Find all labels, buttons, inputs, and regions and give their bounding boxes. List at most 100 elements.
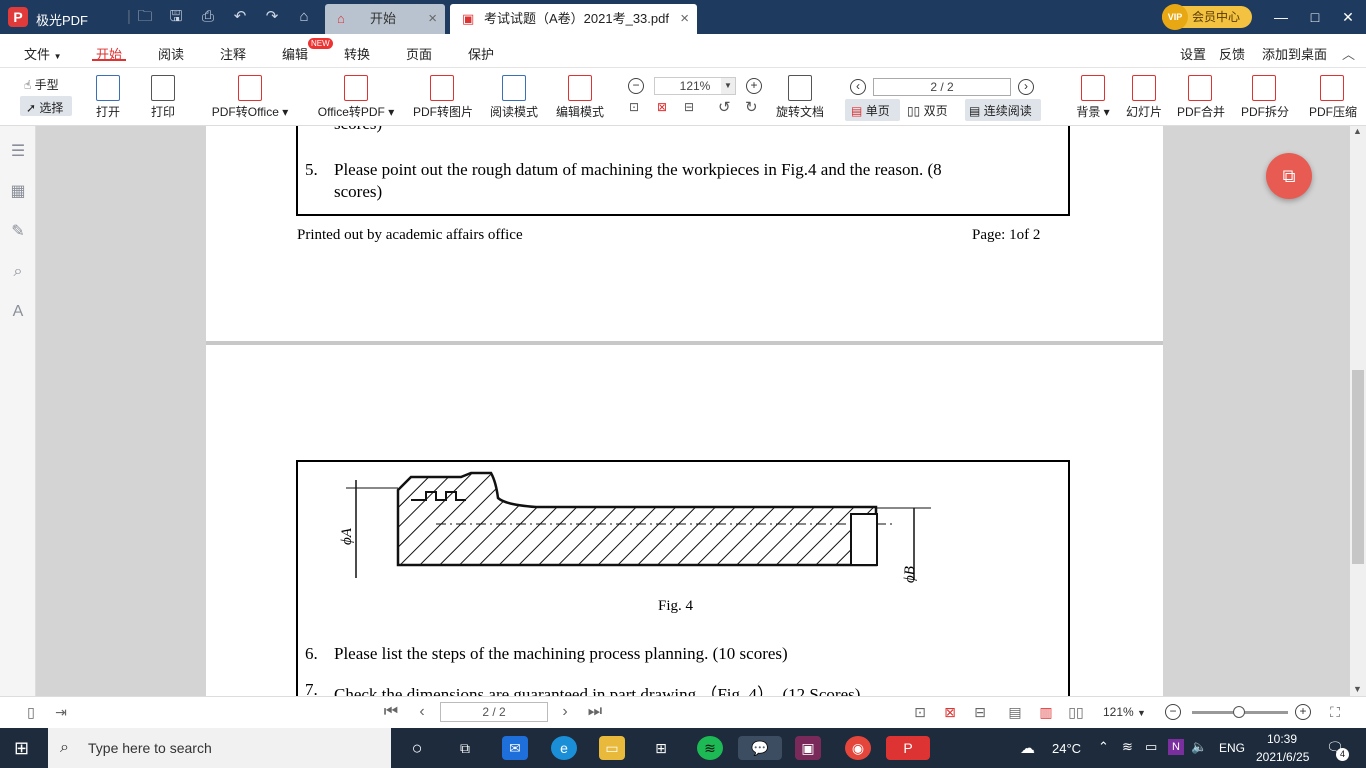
volume-icon[interactable]: 🔈 bbox=[1191, 739, 1207, 755]
wifi-icon[interactable]: ≋ bbox=[1122, 739, 1133, 755]
redo-icon[interactable]: ↷ bbox=[263, 8, 281, 26]
app-icon[interactable]: ▣ bbox=[795, 736, 821, 760]
menu-protect[interactable]: 保护 bbox=[468, 44, 494, 63]
page-thumb-icon[interactable]: ▯ bbox=[22, 703, 40, 721]
weather-temp[interactable]: 24°C bbox=[1052, 741, 1081, 756]
print-icon[interactable]: ⎙ bbox=[199, 8, 217, 26]
pdf-to-office-button[interactable]: PDF转Office ▾ bbox=[210, 75, 290, 120]
task-view-icon[interactable]: ⧉ bbox=[452, 736, 478, 760]
vip-center-button[interactable]: VIP 会员中心 bbox=[1162, 4, 1252, 30]
double-page-button[interactable]: ▯▯ 双页 bbox=[907, 102, 948, 119]
close-tab-icon[interactable]: × bbox=[428, 4, 437, 34]
floating-convert-button[interactable]: ⧉ bbox=[1266, 153, 1312, 199]
onenote-icon[interactable]: N bbox=[1168, 739, 1184, 755]
mail-icon[interactable]: ✉ bbox=[502, 736, 528, 760]
fit-width-icon[interactable]: ⊟ bbox=[971, 703, 989, 721]
pdf-compress-button[interactable]: PDF压缩 bbox=[1309, 75, 1357, 120]
continuous-read-button[interactable]: ▤ 连续阅读 bbox=[969, 102, 1032, 119]
zoom-in-icon[interactable]: + bbox=[1295, 704, 1311, 720]
next-page-icon[interactable]: › bbox=[1018, 79, 1034, 95]
pdf-to-image-button[interactable]: PDF转图片 bbox=[413, 75, 473, 120]
print-button[interactable]: 打印 bbox=[149, 75, 177, 120]
zoom-out-icon[interactable]: − bbox=[1165, 704, 1181, 720]
menu-convert[interactable]: 转换 bbox=[344, 44, 370, 63]
close-tab-icon[interactable]: × bbox=[680, 4, 689, 34]
zoom-slider-thumb[interactable] bbox=[1233, 706, 1245, 718]
export-page-icon[interactable]: ⇥ bbox=[52, 703, 70, 721]
edit-mode-button[interactable]: 编辑模式 bbox=[555, 75, 605, 120]
background-button[interactable]: 背景 ▾ bbox=[1074, 75, 1112, 120]
fit-page-icon[interactable]: ⊠ bbox=[657, 100, 667, 114]
office-to-pdf-button[interactable]: Office转PDF ▾ bbox=[316, 75, 396, 120]
rotate-left-icon[interactable]: ↺ bbox=[718, 98, 731, 116]
chevron-up-icon[interactable]: ︿ bbox=[1342, 44, 1355, 63]
store-icon[interactable]: ⊞ bbox=[648, 736, 674, 760]
last-page-icon[interactable]: ⏭ bbox=[586, 703, 604, 721]
scroll-down-icon[interactable]: ▼ bbox=[1353, 684, 1362, 694]
zoom-select[interactable]: 121% ▼ bbox=[654, 77, 736, 95]
chrome-icon[interactable]: ◉ bbox=[845, 736, 871, 760]
fit-page-icon[interactable]: ⊠ bbox=[941, 703, 959, 721]
zoom-in-icon[interactable]: + bbox=[746, 78, 762, 94]
wechat-icon[interactable]: 💬 bbox=[738, 736, 782, 760]
weather-icon[interactable]: ☁ bbox=[1020, 739, 1035, 757]
close-window-icon[interactable]: ✕ bbox=[1339, 8, 1357, 26]
maximize-icon[interactable]: □ bbox=[1306, 8, 1324, 26]
menu-read[interactable]: 阅读 bbox=[158, 44, 184, 63]
prev-page-icon[interactable]: ‹ bbox=[850, 79, 866, 95]
menu-add-desktop[interactable]: 添加到桌面 bbox=[1262, 44, 1327, 63]
status-zoom[interactable]: 121% ▼ bbox=[1103, 705, 1146, 719]
windows-start-icon[interactable]: ⊞ bbox=[14, 738, 29, 759]
menu-settings[interactable]: 设置 bbox=[1180, 44, 1206, 63]
tab-home[interactable]: ⌂ 开始 × bbox=[325, 4, 445, 34]
actual-size-icon[interactable]: ⊡ bbox=[911, 703, 929, 721]
annotations-icon[interactable]: ✎ bbox=[8, 222, 28, 242]
actual-size-icon[interactable]: ⊡ bbox=[629, 100, 639, 114]
single-view-icon[interactable]: ▥ bbox=[1037, 703, 1055, 721]
scroll-up-icon[interactable]: ▲ bbox=[1353, 126, 1362, 136]
zoom-out-icon[interactable]: − bbox=[628, 78, 644, 94]
text-icon[interactable]: A bbox=[8, 302, 28, 322]
outline-icon[interactable]: ☰ bbox=[8, 142, 28, 162]
home-icon[interactable]: ⌂ bbox=[295, 8, 313, 26]
prev-page-icon[interactable]: ‹ bbox=[413, 703, 431, 721]
hand-tool-button[interactable]: ☝ 手型 bbox=[24, 76, 59, 93]
input-language[interactable]: ENG bbox=[1219, 741, 1245, 755]
continuous-view-icon[interactable]: ▤ bbox=[1006, 703, 1024, 721]
page-number-input[interactable]: 2 / 2 bbox=[873, 78, 1011, 96]
pdf-split-button[interactable]: PDF拆分 bbox=[1241, 75, 1289, 120]
read-mode-button[interactable]: 阅读模式 bbox=[489, 75, 539, 120]
cortana-icon[interactable]: ○ bbox=[404, 736, 430, 760]
menu-page[interactable]: 页面 bbox=[406, 44, 432, 63]
menu-annotate[interactable]: 注释 bbox=[220, 44, 246, 63]
double-view-icon[interactable]: ▯▯ bbox=[1067, 703, 1085, 721]
open-folder-icon[interactable]: 🗀 bbox=[136, 8, 154, 26]
edge-icon[interactable]: e bbox=[551, 736, 577, 760]
menu-feedback[interactable]: 反馈 bbox=[1219, 44, 1245, 63]
taskbar-search[interactable]: ⌕ Type here to search bbox=[48, 728, 391, 768]
battery-icon[interactable]: ▭ bbox=[1145, 739, 1157, 755]
status-page-input[interactable]: 2 / 2 bbox=[440, 702, 548, 722]
file-explorer-icon[interactable]: ▭ bbox=[599, 736, 625, 760]
single-page-button[interactable]: ▤ 单页 bbox=[851, 102, 890, 119]
next-page-icon[interactable]: › bbox=[556, 703, 574, 721]
open-button[interactable]: 打开 bbox=[94, 75, 122, 120]
scroll-thumb[interactable] bbox=[1352, 370, 1364, 564]
save-icon[interactable]: 🖫 bbox=[167, 8, 185, 26]
clock-date[interactable]: 2021/6/25 bbox=[1256, 750, 1309, 764]
fit-width-icon[interactable]: ⊟ bbox=[684, 100, 694, 114]
menu-file[interactable]: 文件 ▼ bbox=[24, 44, 62, 63]
search-panel-icon[interactable]: ⌕ bbox=[8, 262, 28, 282]
clock-time[interactable]: 10:39 bbox=[1267, 732, 1297, 746]
rotate-right-icon[interactable]: ↻ bbox=[745, 98, 758, 116]
jiguang-pdf-icon[interactable]: P bbox=[886, 736, 930, 760]
tab-document[interactable]: ▣ 考试试题（A卷）2021考_33.pdf × bbox=[450, 4, 697, 34]
slideshow-button[interactable]: 幻灯片 bbox=[1125, 75, 1163, 120]
pdf-merge-button[interactable]: PDF合并 bbox=[1177, 75, 1225, 120]
tray-chevron-icon[interactable]: ⌃ bbox=[1098, 739, 1109, 755]
spotify-icon[interactable]: ≋ bbox=[697, 736, 723, 760]
minimize-icon[interactable]: — bbox=[1272, 8, 1290, 26]
fullscreen-icon[interactable]: ⛶ bbox=[1326, 703, 1344, 721]
thumbnails-icon[interactable]: ▦ bbox=[8, 182, 28, 202]
first-page-icon[interactable]: ⏮ bbox=[382, 703, 400, 721]
